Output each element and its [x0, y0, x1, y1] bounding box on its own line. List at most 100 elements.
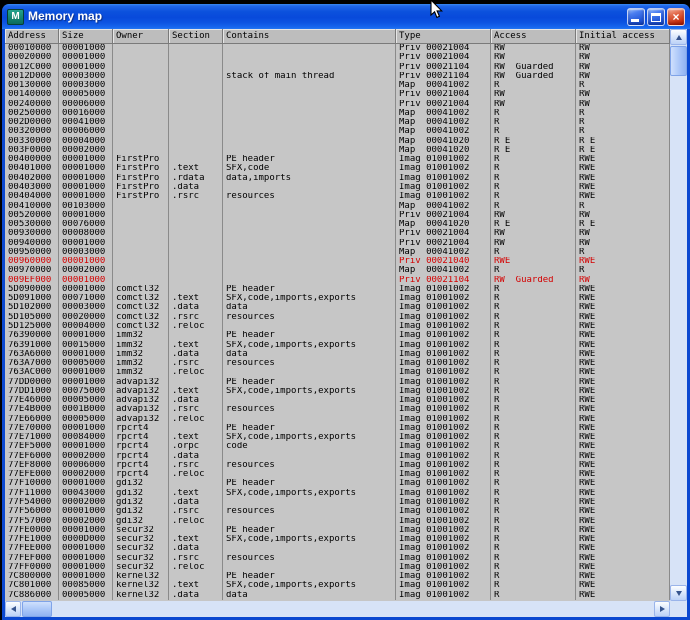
table-row[interactable]: 0040000000001000FirstProPE headerImag 01…	[5, 155, 670, 164]
table-row[interactable]: 77E7000000001000rpcrt4PE headerImag 0100…	[5, 424, 670, 433]
table-row[interactable]: 77EF800000006000rpcrt4.rsrcresourcesImag…	[5, 461, 670, 470]
table-row[interactable]: 77F5600000001000gdi32.rsrcresourcesImag …	[5, 507, 670, 516]
table-row[interactable]: 0096000000001000Priv 00021040RWERWE	[5, 257, 670, 266]
table-row[interactable]: 0097000000002000Map 00041002RR	[5, 266, 670, 275]
table-row[interactable]: 003F000000002000Map 00041020R ER E	[5, 146, 670, 155]
table-row[interactable]: 763A600000001000imm32.datadataImag 01001…	[5, 350, 670, 359]
column-header-owner[interactable]: Owner	[113, 29, 169, 44]
table-row[interactable]: 5D09100000071000comctl32.textSFX,code,im…	[5, 294, 670, 303]
scrollbar-corner-resize-grip[interactable]	[670, 601, 687, 617]
cell-type: Imag 01001002	[396, 192, 491, 201]
table-row[interactable]: 77FEE00000001000secur32.dataImag 0100100…	[5, 544, 670, 553]
table-row[interactable]: 77F5700000002000gdi32.relocImag 01001002…	[5, 517, 670, 526]
table-row[interactable]: 0001000000001000Priv 00021004RWRW	[5, 44, 670, 53]
horizontal-scrollbar[interactable]	[5, 601, 670, 617]
table-row[interactable]: 77FF000000001000secur32.relocImag 010010…	[5, 563, 670, 572]
table-row[interactable]: 77FE000000001000secur32PE headerImag 010…	[5, 526, 670, 535]
table-row[interactable]: 77EF600000002000rpcrt4.dataImag 01001002…	[5, 452, 670, 461]
cell-owner: comctl32	[113, 303, 169, 312]
table-row[interactable]: 0002000000001000Priv 00021004RWRW	[5, 53, 670, 62]
vscroll-up-button[interactable]	[670, 29, 687, 45]
cell-section	[169, 202, 223, 211]
hscroll-right-button[interactable]	[654, 601, 670, 617]
column-header-access[interactable]: Access	[491, 29, 576, 44]
cell-initial: R	[576, 248, 670, 257]
column-header-initial-access[interactable]: Initial access	[576, 29, 670, 44]
memory-map-icon[interactable]: M	[7, 9, 24, 25]
table-row[interactable]: 0094000000001000Priv 00021004RWRW	[5, 239, 670, 248]
table-row[interactable]: 5D10200000003000comctl32.datadataImag 01…	[5, 303, 670, 312]
column-header-size[interactable]: Size	[59, 29, 113, 44]
vscroll-down-button[interactable]	[670, 585, 687, 601]
memory-table: AddressSizeOwnerSectionContainsTypeAcces…	[5, 29, 687, 617]
column-header-type[interactable]: Type	[396, 29, 491, 44]
table-row[interactable]: 0013000000003000Map 00041002RR	[5, 81, 670, 90]
table-row[interactable]: 5D09000000001000comctl32PE headerImag 01…	[5, 285, 670, 294]
table-row[interactable]: 0041000000103000Map 00041002RR	[5, 202, 670, 211]
maximize-button[interactable]	[647, 8, 665, 26]
table-row[interactable]: 77F1100000043000gdi32.textSFX,code,impor…	[5, 489, 670, 498]
minimize-button[interactable]	[627, 8, 645, 26]
cell-type: Imag 01001002	[396, 378, 491, 387]
cell-contains	[223, 100, 396, 109]
table-row[interactable]: 7639100000015000imm32.textSFX,code,impor…	[5, 341, 670, 350]
table-row[interactable]: 77EF500000001000rpcrt4.orpccodeImag 0100…	[5, 442, 670, 451]
cell-access: R	[491, 415, 576, 424]
cell-section: .data	[169, 452, 223, 461]
vertical-scrollbar[interactable]	[670, 29, 687, 601]
table-row[interactable]: 77DD000000001000advapi32PE headerImag 01…	[5, 378, 670, 387]
cell-size: 00001000	[59, 183, 113, 192]
table-row[interactable]: 0093000000008000Priv 00021004RWRW	[5, 229, 670, 238]
hscroll-left-button[interactable]	[5, 601, 21, 617]
cell-section	[169, 220, 223, 229]
table-row[interactable]: 0025000000016000Map 00041002RR	[5, 109, 670, 118]
table-row[interactable]: 002D000000041000Map 00041002RR	[5, 118, 670, 127]
cell-section	[169, 378, 223, 387]
table-row[interactable]: 77FE10000000D000secur32.textSFX,code,imp…	[5, 535, 670, 544]
vscroll-thumb[interactable]	[670, 46, 687, 76]
table-row[interactable]: 0032000000006000Map 00041002RR	[5, 127, 670, 136]
hscroll-thumb[interactable]	[22, 601, 52, 617]
table-row[interactable]: 0014000000005000Priv 00021004RWRW	[5, 90, 670, 99]
close-button[interactable]: ×	[667, 8, 685, 26]
table-row[interactable]: 77E4600000005000advapi32.dataImag 010010…	[5, 396, 670, 405]
table-row[interactable]: 0040400000001000FirstPro.rsrcresourcesIm…	[5, 192, 670, 201]
table-row[interactable]: 77EFE00000002000rpcrt4.relocImag 0100100…	[5, 470, 670, 479]
cell-section	[169, 211, 223, 220]
table-row[interactable]: 77FEF00000001000secur32.rsrcresourcesIma…	[5, 554, 670, 563]
table-row[interactable]: 0040100000001000FirstPro.textSFX,codeIma…	[5, 164, 670, 173]
table-row[interactable]: 0033000000004000Map 00041020R ER E	[5, 137, 670, 146]
cell-owner: secur32	[113, 544, 169, 553]
table-row[interactable]: 77E4B0000001B000advapi32.rsrcresourcesIm…	[5, 405, 670, 414]
cell-size: 00015000	[59, 341, 113, 350]
cell-contains: SFX,code,imports,exports	[223, 433, 396, 442]
cell-owner: secur32	[113, 554, 169, 563]
column-header-section[interactable]: Section	[169, 29, 223, 44]
table-row[interactable]: 77DD100000075000advapi32.textSFX,code,im…	[5, 387, 670, 396]
table-row[interactable]: 0053000000076000Map 00041020R ER E	[5, 220, 670, 229]
table-row[interactable]: 7C80000000001000kernel32PE headerImag 01…	[5, 572, 670, 581]
table-row[interactable]: 009EF00000001000Priv 00021104RW GuardedR…	[5, 276, 670, 285]
table-row[interactable]: 0040300000001000FirstPro.dataImag 010010…	[5, 183, 670, 192]
titlebar[interactable]: M Memory map ×	[2, 4, 690, 29]
table-row[interactable]: 7639000000001000imm32PE headerImag 01001…	[5, 331, 670, 340]
table-row[interactable]: 77E6600000005000advapi32.relocImag 01001…	[5, 415, 670, 424]
table-row[interactable]: 77F1000000001000gdi32PE headerImag 01001…	[5, 479, 670, 488]
table-row[interactable]: 763AC00000001000imm32.relocImag 01001002…	[5, 368, 670, 377]
table-row[interactable]: 0024000000006000Priv 00021004RWRW	[5, 100, 670, 109]
table-row[interactable]: 5D12500000004000comctl32.relocImag 01001…	[5, 322, 670, 331]
table-row[interactable]: 0040200000001000FirstPro.rdatadata,impor…	[5, 174, 670, 183]
table-row[interactable]: 763A700000005000imm32.rsrcresourcesImag …	[5, 359, 670, 368]
column-header-address[interactable]: Address	[5, 29, 59, 44]
table-row[interactable]: 77F5400000002000gdi32.dataImag 01001002R…	[5, 498, 670, 507]
cell-owner: rpcrt4	[113, 452, 169, 461]
column-header-contains[interactable]: Contains	[223, 29, 396, 44]
table-row[interactable]: 0012C00000001000Priv 00021104RW GuardedR…	[5, 63, 670, 72]
table-row[interactable]: 0052000000001000Priv 00021004RWRW	[5, 211, 670, 220]
table-row[interactable]: 0012D00000003000stack of main threadPriv…	[5, 72, 670, 81]
table-row[interactable]: 5D10500000020000comctl32.rsrcresourcesIm…	[5, 313, 670, 322]
table-row[interactable]: 7C88600000005000kernel32.datadataImag 01…	[5, 591, 670, 600]
table-row[interactable]: 77E7100000084000rpcrt4.textSFX,code,impo…	[5, 433, 670, 442]
table-row[interactable]: 7C80100000085000kernel32.textSFX,code,im…	[5, 581, 670, 590]
table-row[interactable]: 0095000000003000Map 00041002RR	[5, 248, 670, 257]
